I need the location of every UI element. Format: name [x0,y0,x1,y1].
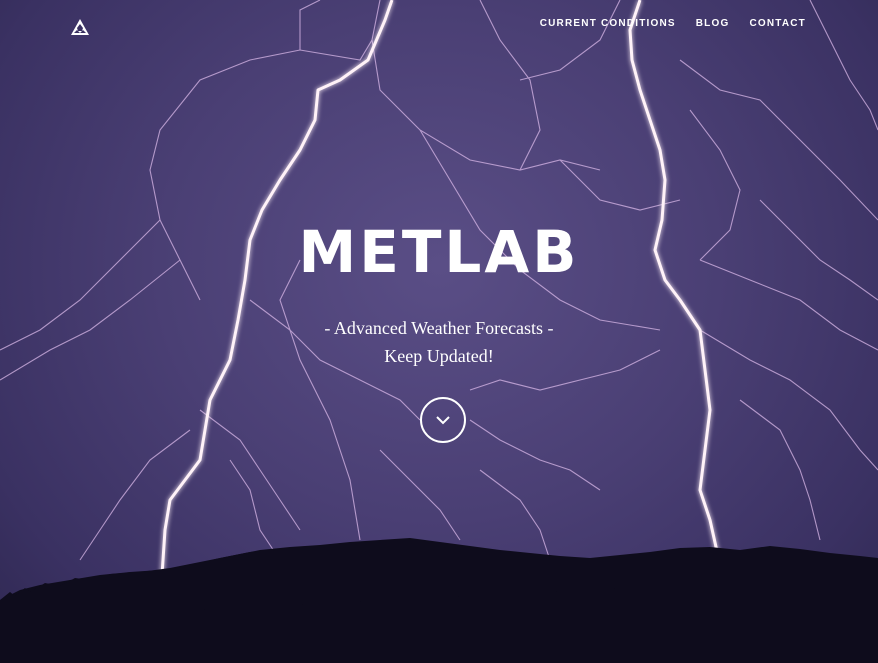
nav-blog[interactable]: BLOG [696,18,730,29]
mountain-logo-icon[interactable] [70,18,90,36]
hero-section: CURRENT CONDITIONS BLOG CONTACT METLAB -… [0,0,878,663]
main-nav: CURRENT CONDITIONS BLOG CONTACT [540,18,806,29]
scroll-down-button[interactable] [420,397,466,443]
site-title: METLAB [298,218,580,286]
chevron-down-icon [436,416,450,425]
nav-contact[interactable]: CONTACT [749,18,806,29]
tagline-line-2: Keep Updated! [384,346,494,366]
nav-current-conditions[interactable]: CURRENT CONDITIONS [540,18,676,29]
tagline-line-1: - Advanced Weather Forecasts - [324,318,554,338]
tagline: - Advanced Weather Forecasts - Keep Upda… [0,314,878,370]
